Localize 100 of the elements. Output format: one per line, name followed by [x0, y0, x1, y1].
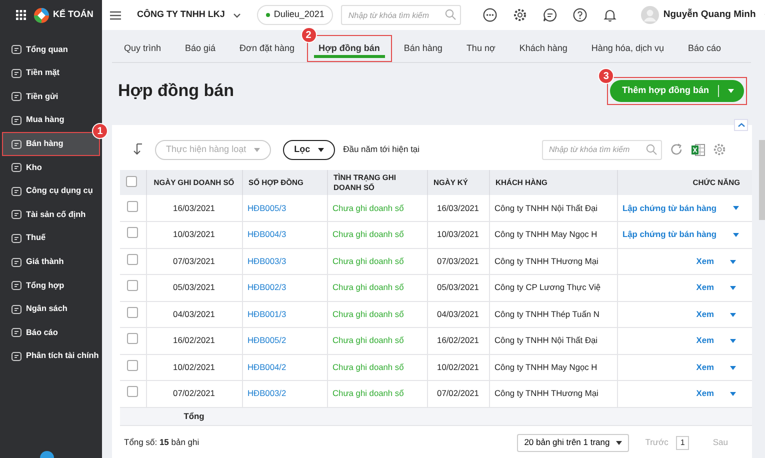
action-link[interactable]: Xem	[696, 388, 714, 398]
table-cell: 10/03/2021	[173, 229, 215, 240]
caret-icon[interactable]	[616, 440, 622, 444]
search-field[interactable]: Nhập từ khóa tìm kiếm	[542, 140, 662, 160]
settings-icon[interactable]	[513, 8, 528, 22]
row-checkbox[interactable]	[127, 386, 138, 398]
tab[interactable]: Bán hàng	[392, 35, 454, 62]
tab[interactable]: Hàng hóa, dịch vụ	[579, 35, 676, 62]
sort-icon[interactable]	[132, 143, 143, 156]
sidebar-item[interactable]: Tổng quan	[2, 38, 100, 62]
row-checkbox[interactable]	[127, 200, 138, 212]
help-icon[interactable]	[573, 8, 588, 22]
row-checkbox[interactable]	[127, 306, 138, 318]
table-cell: Công ty TNHH Nội Thất Đại	[494, 335, 598, 346]
action-link[interactable]: Lập chứng từ bán hàng	[622, 229, 717, 240]
table-cell: 05/03/2021	[173, 282, 215, 292]
menu-item-icon	[11, 68, 22, 79]
action-link[interactable]: Xem	[696, 308, 714, 319]
refresh-icon[interactable]	[670, 143, 683, 156]
contract-link[interactable]: HĐB005/2	[248, 335, 286, 346]
sidebar-item[interactable]: Công cụ dụng cụ	[2, 180, 100, 204]
menu-item-icon	[11, 186, 22, 197]
row-checkbox[interactable]	[127, 333, 138, 344]
menu-item-icon	[11, 256, 22, 268]
tab[interactable]: Khách hàng	[507, 35, 580, 62]
select-all-checkbox[interactable]	[126, 176, 137, 187]
menu-item-icon	[11, 304, 22, 315]
status-dot	[266, 13, 270, 17]
row-checkbox[interactable]	[127, 360, 138, 371]
row-checkbox[interactable]	[127, 280, 138, 292]
chevron-down-icon[interactable]	[232, 12, 241, 18]
tab[interactable]: Báo cáo	[676, 35, 733, 62]
more-icon[interactable]	[483, 8, 498, 22]
action-link[interactable]: Xem	[696, 282, 714, 292]
sidebar-item[interactable]: Tiền mặt	[2, 62, 100, 86]
logo-icon	[34, 8, 49, 22]
database-selector[interactable]: Dulieu_2021	[256, 5, 334, 25]
period-label[interactable]: Đầu năm tới hiện tại	[343, 143, 420, 156]
table-cell: 16/03/2021	[173, 202, 215, 213]
sidebar-item[interactable]: Tiền gửi	[2, 85, 100, 109]
menu-item-icon	[11, 280, 22, 292]
status-text: Chưa ghi doanh số	[332, 282, 404, 292]
menu-item-icon	[11, 162, 22, 174]
sidebar-item[interactable]: Kho	[2, 156, 100, 180]
search-icon[interactable]	[445, 9, 456, 20]
status-text: Chưa ghi doanh số	[332, 256, 404, 266]
page-number[interactable]: 1	[676, 436, 689, 450]
action-link[interactable]: Xem	[696, 256, 714, 266]
status-text: Chưa ghi doanh số	[332, 202, 404, 213]
scroll-up-button[interactable]	[734, 119, 748, 131]
excel-export-icon[interactable]	[691, 144, 705, 156]
search-field[interactable]: Nhập từ khóa tìm kiếm	[341, 5, 462, 25]
contract-link[interactable]: HĐB004/3	[248, 229, 286, 240]
action-link[interactable]: Xem	[696, 335, 714, 346]
scrollbar[interactable]	[759, 140, 765, 220]
contract-link[interactable]: HĐB004/2	[248, 362, 286, 372]
table-cell: Công ty TNHH Thép Tuấn N	[494, 308, 600, 319]
menu-icon[interactable]	[110, 10, 121, 20]
table-cell: 07/02/2021	[437, 388, 479, 398]
sidebar-item[interactable]: Ngân sách	[2, 298, 100, 322]
contract-link[interactable]: HĐB003/2	[248, 388, 286, 398]
contract-link[interactable]: HĐB001/3	[248, 308, 286, 319]
menu-item-icon	[11, 138, 22, 150]
user-name[interactable]: Nguyễn Quang Minh	[663, 8, 756, 22]
page-size-dropdown[interactable]: 20 bản ghi trên 1 trang	[517, 434, 630, 452]
table-cell: 07/03/2021	[173, 256, 215, 266]
action-link[interactable]: Lập chứng từ bán hàng	[622, 202, 717, 213]
contract-link[interactable]: HĐB003/3	[248, 256, 286, 266]
sidebar-item[interactable]: Báo cáo	[2, 321, 100, 345]
tab[interactable]: Quy trình	[112, 35, 174, 62]
row-checkbox[interactable]	[127, 227, 138, 238]
app-name: KẾ TOÁN	[53, 8, 94, 22]
status-text: Chưa ghi doanh số	[332, 308, 404, 319]
table-cell: Công ty TNHH May Ngọc H	[494, 229, 598, 240]
app-grid-icon[interactable]	[16, 10, 26, 20]
tab[interactable]: Báo giá	[173, 35, 228, 62]
chat-icon[interactable]	[543, 8, 558, 22]
menu-item-icon	[11, 351, 22, 362]
filter-dropdown[interactable]: Lọc	[283, 140, 336, 160]
caret-icon[interactable]	[318, 148, 324, 152]
chevron-up-icon[interactable]	[738, 123, 744, 127]
table-cell: 05/03/2021	[437, 282, 479, 292]
tab[interactable]: Thu nợ	[454, 35, 508, 62]
contract-link[interactable]: HĐB005/3	[248, 202, 286, 213]
sidebar-item[interactable]: Thuế	[2, 226, 100, 250]
page-title: Hợp đồng bán	[118, 80, 234, 102]
sidebar-item[interactable]: Tài sản cố định	[2, 203, 100, 227]
table-cell: 10/02/2021	[437, 362, 479, 372]
table-cell: Công ty CP Lương Thực Việ	[494, 282, 601, 292]
search-icon[interactable]	[646, 144, 657, 154]
company-name[interactable]: CÔNG TY TNHH LKJ	[137, 8, 225, 22]
sidebar-item[interactable]: Phân tích tài chính	[2, 344, 100, 368]
notification-bell-icon[interactable]	[603, 8, 618, 22]
row-checkbox[interactable]	[127, 254, 138, 265]
sidebar-item[interactable]: Tổng hợp	[2, 274, 100, 298]
table-cell: Công ty TNHH May Ngọc H	[494, 362, 598, 372]
contract-link[interactable]: HĐB002/3	[248, 282, 286, 292]
action-link[interactable]: Xem	[696, 362, 714, 372]
sidebar-item[interactable]: Giá thành	[2, 250, 100, 274]
floating-help-icon[interactable]	[40, 451, 54, 458]
